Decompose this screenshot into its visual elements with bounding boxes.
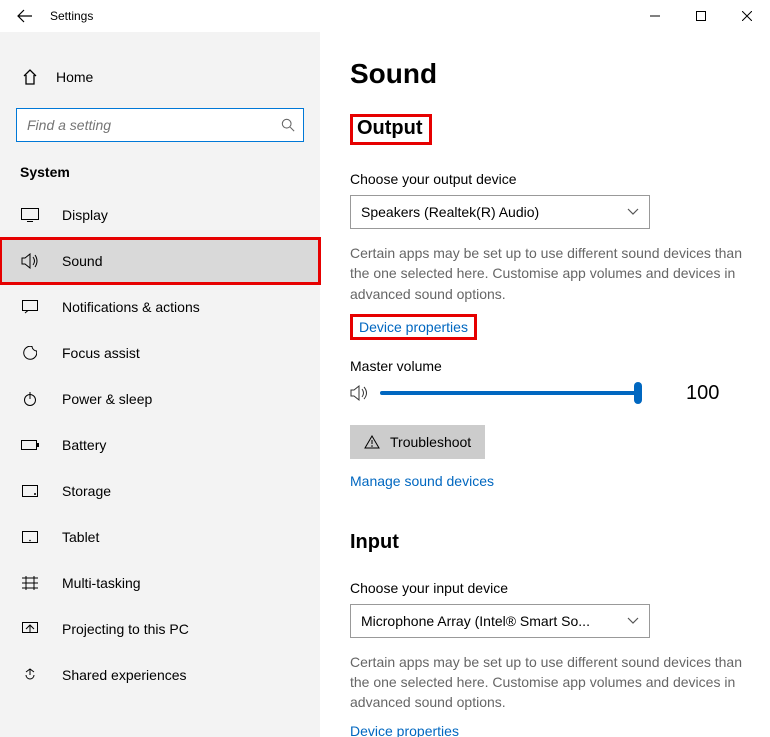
tablet-icon	[20, 531, 40, 543]
search-input-wrapper[interactable]	[16, 108, 304, 142]
sidebar-item-display[interactable]: Display	[0, 192, 320, 238]
sidebar-item-label: Display	[62, 207, 108, 223]
back-button[interactable]	[14, 5, 36, 27]
sidebar-item-label: Projecting to this PC	[62, 621, 189, 637]
output-choose-label: Choose your output device	[350, 171, 760, 187]
maximize-icon	[696, 11, 706, 21]
sidebar-item-label: Tablet	[62, 529, 99, 545]
maximize-button[interactable]	[678, 0, 724, 32]
projecting-icon	[20, 622, 40, 636]
sidebar-item-label: Notifications & actions	[62, 299, 200, 315]
search-icon	[281, 118, 295, 132]
volume-icon[interactable]	[350, 384, 372, 402]
sidebar-item-tablet[interactable]: Tablet	[0, 514, 320, 560]
multitasking-icon	[20, 576, 40, 590]
storage-icon	[20, 485, 40, 497]
shared-icon	[20, 668, 40, 682]
minimize-button[interactable]	[632, 0, 678, 32]
sidebar-item-label: Power & sleep	[62, 391, 152, 407]
home-label: Home	[56, 69, 93, 85]
warning-icon	[364, 435, 380, 449]
sidebar-item-label: Battery	[62, 437, 106, 453]
slider-thumb[interactable]	[634, 382, 642, 404]
sidebar-item-battery[interactable]: Battery	[0, 422, 320, 468]
troubleshoot-label: Troubleshoot	[390, 434, 471, 450]
close-icon	[742, 11, 752, 21]
output-device-properties-link[interactable]: Device properties	[359, 319, 468, 335]
output-device-dropdown[interactable]: Speakers (Realtek(R) Audio)	[350, 195, 650, 229]
window-title: Settings	[50, 9, 93, 23]
sidebar-item-sound[interactable]: Sound	[0, 238, 320, 284]
output-help-text: Certain apps may be set up to use differ…	[350, 243, 750, 304]
page-title: Sound	[350, 58, 760, 90]
notifications-icon	[20, 300, 40, 314]
home-icon	[20, 69, 40, 85]
volume-value: 100	[686, 382, 719, 405]
sidebar-item-label: Sound	[62, 253, 102, 269]
sidebar-item-label: Multi-tasking	[62, 575, 141, 591]
sidebar-item-projecting[interactable]: Projecting to this PC	[0, 606, 320, 652]
focus-icon	[20, 346, 40, 360]
manage-sound-devices-link[interactable]: Manage sound devices	[350, 473, 494, 489]
sidebar-category: System	[0, 158, 320, 192]
sidebar: Home System Display Sound	[0, 32, 320, 737]
sidebar-item-label: Focus assist	[62, 345, 140, 361]
sound-icon	[20, 253, 40, 269]
chevron-down-icon	[627, 208, 639, 216]
minimize-icon	[650, 11, 660, 21]
chevron-down-icon	[627, 617, 639, 625]
input-choose-label: Choose your input device	[350, 580, 760, 596]
power-icon	[20, 392, 40, 406]
battery-icon	[20, 440, 40, 450]
titlebar: Settings	[0, 0, 770, 32]
output-device-value: Speakers (Realtek(R) Audio)	[361, 204, 539, 220]
volume-slider[interactable]	[380, 391, 640, 395]
output-heading: Output	[350, 114, 432, 145]
sidebar-item-multitasking[interactable]: Multi-tasking	[0, 560, 320, 606]
arrow-left-icon	[17, 8, 33, 24]
input-heading: Input	[350, 531, 399, 554]
display-icon	[20, 208, 40, 222]
content: Sound Output Choose your output device S…	[320, 32, 770, 737]
search-input[interactable]	[27, 117, 281, 133]
sidebar-item-storage[interactable]: Storage	[0, 468, 320, 514]
sidebar-item-focus-assist[interactable]: Focus assist	[0, 330, 320, 376]
sidebar-item-power[interactable]: Power & sleep	[0, 376, 320, 422]
sidebar-item-label: Storage	[62, 483, 111, 499]
sidebar-item-label: Shared experiences	[62, 667, 187, 683]
input-device-dropdown[interactable]: Microphone Array (Intel® Smart So...	[350, 604, 650, 638]
sidebar-item-shared[interactable]: Shared experiences	[0, 652, 320, 698]
close-button[interactable]	[724, 0, 770, 32]
sidebar-home[interactable]: Home	[0, 56, 320, 98]
input-help-text: Certain apps may be set up to use differ…	[350, 652, 750, 713]
troubleshoot-button[interactable]: Troubleshoot	[350, 425, 485, 459]
sidebar-item-notifications[interactable]: Notifications & actions	[0, 284, 320, 330]
input-device-value: Microphone Array (Intel® Smart So...	[361, 613, 590, 629]
input-device-properties-link[interactable]: Device properties	[350, 723, 459, 737]
master-volume-label: Master volume	[350, 358, 760, 374]
